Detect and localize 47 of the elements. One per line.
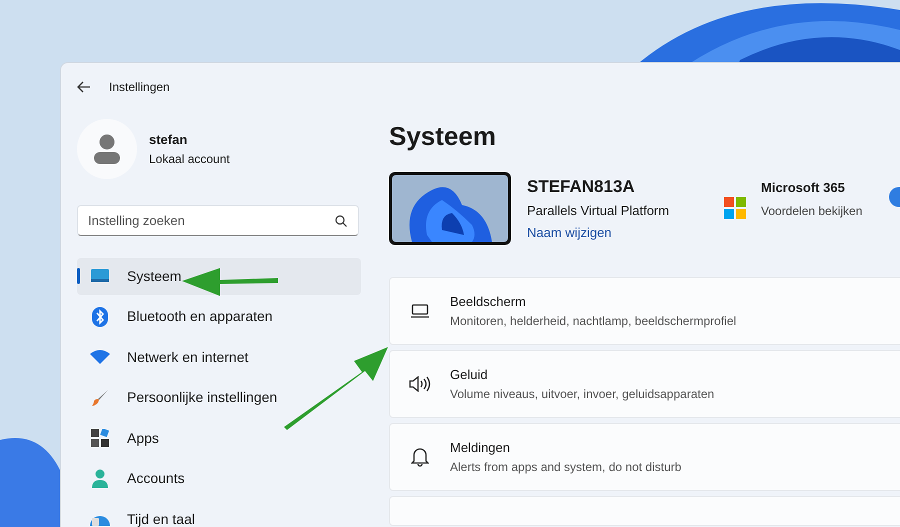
page-heading: Systeem [389, 123, 497, 149]
nav-item[interactable]: Apps [77, 420, 361, 456]
nav-label: Persoonlijke instellingen [127, 388, 278, 408]
nav-item[interactable]: Tijd en taal [77, 501, 361, 527]
settings-card[interactable]: Beeldscherm Monitoren, helderheid, nachtlamp, beeldschermprofiel [389, 277, 900, 345]
microsoft-365-subtitle: Voordelen bekijken [761, 203, 864, 220]
nav-item[interactable]: Persoonlijke instellingen [77, 380, 361, 416]
laptop-icon [410, 304, 430, 318]
search-icon [335, 215, 347, 227]
device-model: Parallels Virtual Platform [527, 202, 670, 220]
wifi-icon [90, 349, 110, 366]
nav-label: Accounts [127, 469, 185, 488]
card-title: Beeldscherm [450, 293, 527, 312]
monitor-icon [90, 268, 110, 284]
person-icon [91, 468, 109, 489]
microsoft-365-title: Microsoft 365 [761, 178, 846, 197]
apps-icon [91, 429, 109, 448]
nav-item[interactable]: Netwerk en internet [77, 339, 361, 376]
nav-item[interactable]: Bluetooth en apparaten [77, 298, 361, 335]
settings-card[interactable]: Meldingen Alerts from apps and system, do not disturb [389, 423, 900, 491]
nav-item[interactable]: Systeem [77, 258, 361, 294]
card-subtitle: Alerts from apps and system, do not disturb [450, 458, 682, 476]
bell-icon [411, 447, 429, 467]
selection-indicator [77, 268, 80, 284]
nav-label: Systeem [127, 266, 182, 286]
card-title: Meldingen [450, 439, 511, 458]
nav-item[interactable]: Accounts [77, 460, 361, 497]
device-name: STEFAN813A [527, 176, 636, 198]
speaker-icon [409, 376, 431, 392]
bluetooth-icon [92, 306, 108, 327]
back-arrow-icon[interactable] [77, 81, 91, 93]
account-type: Lokaal account [149, 150, 230, 168]
card-subtitle: Monitoren, helderheid, nachtlamp, beeldschermprofiel [450, 312, 736, 330]
user-name: stefan [149, 131, 188, 150]
card-subtitle: Volume niveaus, uitvoer, invoer, geluidsapparaten [450, 386, 714, 403]
window-title: Instellingen [109, 79, 170, 96]
search-field[interactable]: Instelling zoeken [77, 205, 359, 236]
nav-label: Tijd en taal [127, 510, 195, 527]
microsoft-logo-icon [724, 197, 746, 219]
rename-link[interactable]: Naam wijzigen [527, 222, 717, 242]
nav-label: Apps [127, 428, 159, 448]
settings-card[interactable]: Geluid Volume niveaus, uitvoer, invoer, geluidsapparaten [389, 350, 900, 418]
person-silhouette-icon [93, 134, 121, 164]
nav-label: Netwerk en internet [127, 348, 248, 367]
nav-label: Bluetooth en apparaten [127, 307, 273, 326]
paintbrush-icon [91, 388, 109, 407]
card-title: Geluid [450, 366, 489, 384]
